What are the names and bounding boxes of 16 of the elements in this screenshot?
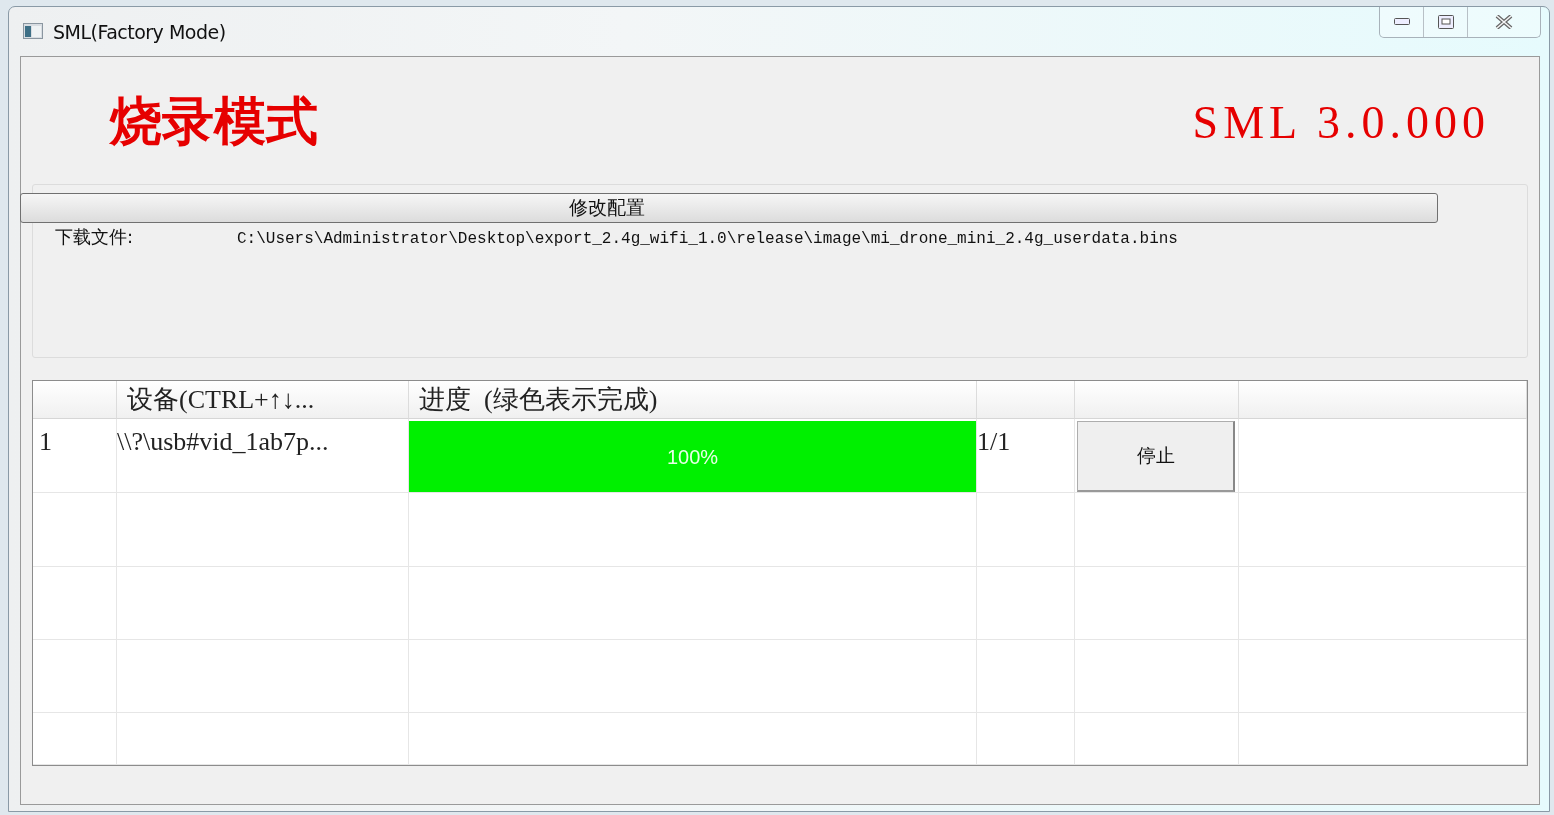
- config-button[interactable]: 修改配置: [20, 193, 1438, 223]
- table-cell: 1: [33, 419, 117, 493]
- progress-text: 100%: [665, 445, 720, 468]
- close-icon: [1495, 15, 1513, 29]
- version-label: SML 3.0.000: [1192, 95, 1490, 149]
- mode-title: 烧录模式: [110, 89, 318, 153]
- app-icon: [23, 23, 43, 39]
- stop-button[interactable]: 停止: [1077, 421, 1235, 492]
- download-path: C:\Users\Administrator\Desktop\export_2.4g_wifi_1.0\release\image\mi_drone_mini_2.4g_userdata.bins: [237, 230, 1178, 248]
- column-header: 设备(CTRL+↑↓...: [117, 381, 409, 419]
- window-title: SML(Factory Mode): [53, 21, 226, 43]
- minimize-icon: [1393, 18, 1410, 26]
- maximize-icon: [1437, 15, 1454, 29]
- table-cell: 1/1: [977, 419, 1075, 493]
- column-header: 进度 (绿色表示完成): [409, 381, 977, 419]
- download-label: 下载文件:: [55, 225, 135, 249]
